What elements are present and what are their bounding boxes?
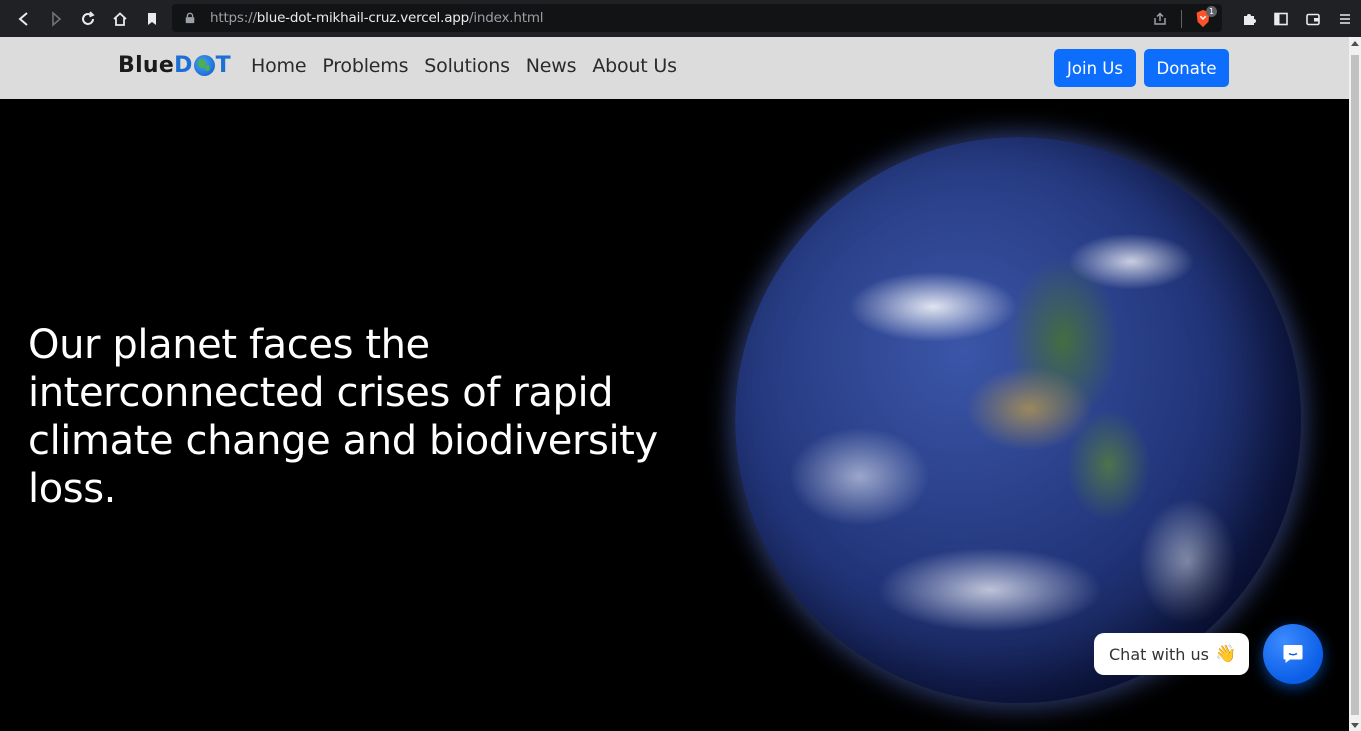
nav-news[interactable]: News [526, 55, 577, 77]
site-navbar: Blue D T Home Problems Solutions News Ab… [0, 37, 1349, 99]
join-us-button[interactable]: Join Us [1054, 49, 1136, 87]
nav-about-us[interactable]: About Us [592, 55, 677, 77]
logo-letter-t: T [215, 53, 231, 78]
hero-headline: Our planet faces the interconnected cris… [28, 322, 658, 512]
page-scrollbar[interactable] [1349, 37, 1361, 731]
browser-right-tools [1233, 0, 1361, 37]
chat-prompt-label: Chat with us [1109, 644, 1209, 664]
logo-text-dot: D T [174, 53, 231, 78]
browser-toolbar: https://blue-dot-mikhail-cruz.vercel.app… [0, 0, 1361, 37]
nav-home[interactable]: Home [251, 55, 307, 77]
wallet-icon[interactable] [1297, 3, 1329, 35]
scrollbar-thumb[interactable] [1351, 55, 1359, 715]
bookmark-icon[interactable] [136, 3, 168, 35]
hero-section: Our planet faces the interconnected cris… [0, 99, 1349, 731]
globe-icon [193, 55, 215, 76]
earth-image [735, 137, 1301, 703]
extensions-icon[interactable] [1233, 3, 1265, 35]
url-text: https://blue-dot-mikhail-cruz.vercel.app… [210, 10, 544, 26]
home-icon[interactable] [104, 3, 136, 35]
brave-shields-icon[interactable]: 1 [1192, 6, 1217, 30]
lock-icon [184, 11, 198, 25]
waving-hand-icon: 👋 [1214, 644, 1237, 664]
chat-prompt-bubble[interactable]: Chat with us 👋 [1094, 633, 1249, 675]
url-actions: 1 [1149, 6, 1217, 30]
forward-icon[interactable] [40, 3, 72, 35]
sidebar-icon[interactable] [1265, 3, 1297, 35]
url-scheme: https:// [210, 10, 257, 26]
divider [1181, 10, 1182, 28]
reload-icon[interactable] [72, 3, 104, 35]
address-bar[interactable]: https://blue-dot-mikhail-cruz.vercel.app… [172, 4, 1222, 32]
url-path: /index.html [469, 10, 544, 26]
back-icon[interactable] [8, 3, 40, 35]
chat-icon [1283, 645, 1303, 663]
donate-button[interactable]: Donate [1144, 49, 1229, 87]
main-menu: Home Problems Solutions News About Us [251, 55, 677, 77]
site-logo[interactable]: Blue D T [118, 53, 231, 78]
url-host: blue-dot-mikhail-cruz.vercel.app [256, 10, 470, 26]
logo-text-blue: Blue [118, 53, 175, 78]
scroll-up-arrow-icon[interactable] [1351, 41, 1359, 46]
shield-count-badge: 1 [1206, 6, 1217, 17]
logo-letter-d: D [174, 53, 193, 78]
browser-nav-icons [8, 3, 168, 35]
menu-icon[interactable] [1329, 3, 1361, 35]
scroll-down-arrow-icon[interactable] [1351, 723, 1359, 728]
share-icon[interactable] [1149, 8, 1171, 30]
chat-launcher-button[interactable] [1263, 624, 1323, 684]
nav-problems[interactable]: Problems [322, 55, 408, 77]
nav-solutions[interactable]: Solutions [424, 55, 510, 77]
